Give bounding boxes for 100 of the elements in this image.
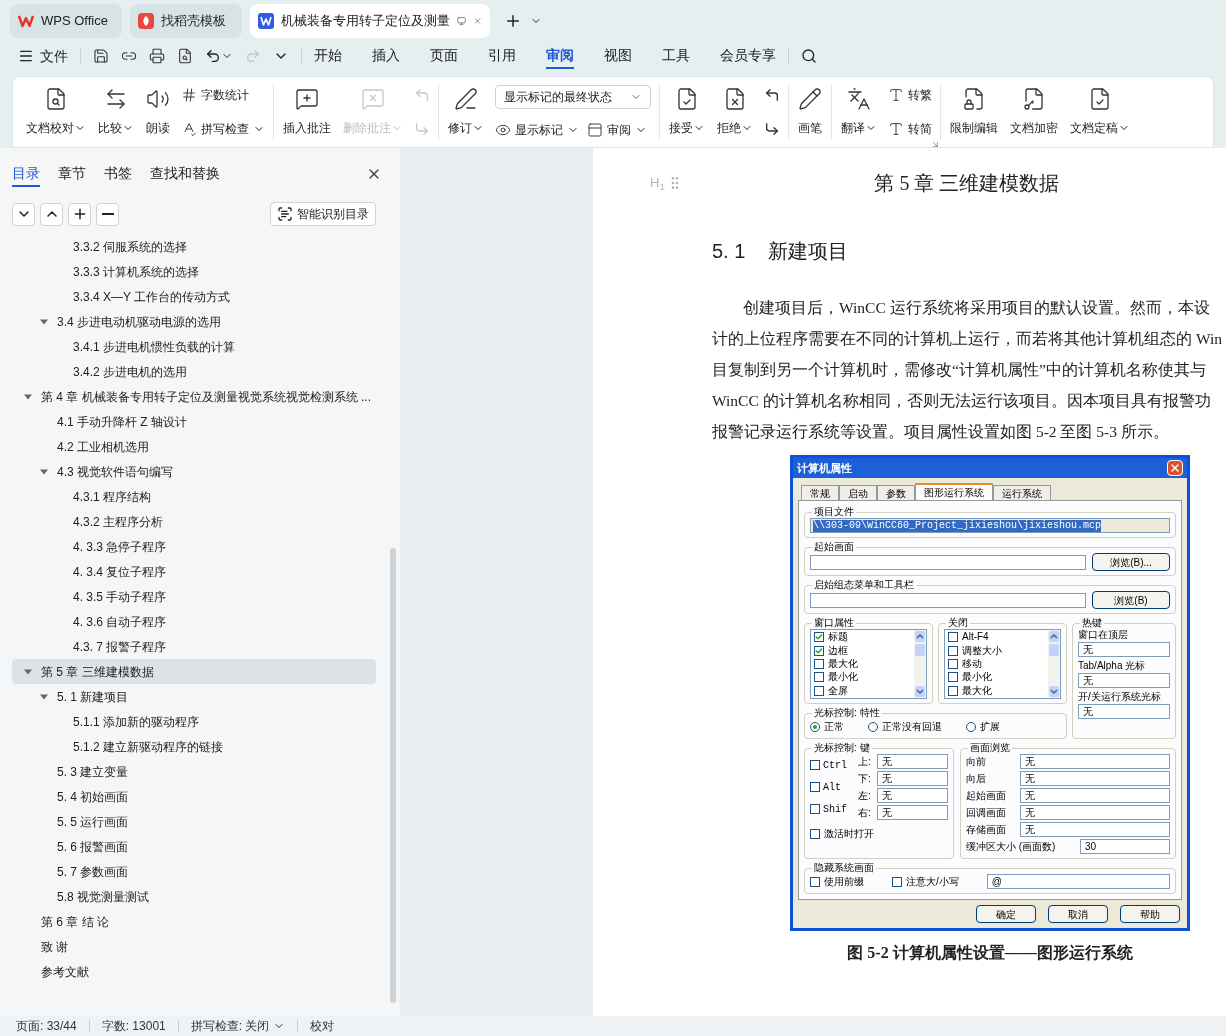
toc-item[interactable]: 4. 3.5 手动子程序: [12, 584, 376, 609]
toc-item[interactable]: 4.3 视觉软件语句编写: [12, 459, 376, 484]
dialog-button[interactable]: 取消: [1048, 905, 1108, 923]
dialog-tab[interactable]: 启动: [839, 485, 877, 500]
outline-button[interactable]: [68, 202, 91, 226]
checkbox[interactable]: [810, 804, 820, 814]
toc-item[interactable]: 致 谢: [12, 934, 376, 959]
search-icon[interactable]: [801, 48, 817, 64]
file-menu-button[interactable]: 文件: [18, 45, 68, 67]
toc-item[interactable]: 3.3.4 X—Y 工作台的传动方式: [12, 284, 376, 309]
input-field[interactable]: 无: [877, 754, 948, 769]
toc-item[interactable]: 第 4 章 机械装备专用转子定位及测量视觉系统视觉检测系统 ...: [12, 384, 376, 409]
radio-button[interactable]: [810, 721, 820, 732]
dialog-tab[interactable]: 参数: [877, 485, 915, 500]
input-field[interactable]: \\303-09\WinCC60_Project_jixieshou\jixieshou.mcp: [810, 518, 1170, 533]
toc-item[interactable]: 4.3. 7 报警子程序: [12, 634, 376, 659]
launcher-icon[interactable]: [931, 140, 940, 149]
checkbox[interactable]: [948, 645, 958, 656]
checkbox[interactable]: [810, 760, 820, 770]
input-field[interactable]: 无: [1020, 754, 1170, 769]
input-field[interactable]: 无: [1020, 771, 1170, 786]
checkbox[interactable]: [814, 659, 824, 669]
input-field[interactable]: [810, 592, 1086, 608]
dialog-tab[interactable]: 常规: [801, 485, 839, 500]
toc-item[interactable]: 3.4.2 步进电机的选用: [12, 359, 376, 384]
document-tab[interactable]: 机械装备专用转子定位及测量: [250, 4, 490, 38]
dialog-button[interactable]: 确定: [976, 905, 1036, 923]
ribbon-button[interactable]: 文档校对: [21, 83, 91, 141]
toc-item[interactable]: 5.8 视觉测量测试: [12, 884, 376, 909]
input-field[interactable]: 无: [877, 788, 948, 803]
toc-item[interactable]: 5. 7 参数画面: [12, 859, 376, 884]
radio-button[interactable]: [966, 721, 976, 732]
toc-item[interactable]: 4. 3.6 自动子程序: [12, 609, 376, 634]
ribbon-button[interactable]: 文档定稿: [1065, 83, 1135, 141]
toc-item[interactable]: 第 6 章 结 论: [12, 909, 376, 934]
checkbox[interactable]: [814, 645, 824, 656]
toc-item[interactable]: 3.4.1 步进电机惯性负载的计算: [12, 334, 376, 359]
input-field[interactable]: 无: [1078, 673, 1170, 688]
checkbox[interactable]: [814, 672, 824, 683]
toc-item[interactable]: 4.1 手动升降杆 Z 轴设计: [12, 409, 376, 434]
toc-item[interactable]: 5. 4 初始画面: [12, 784, 376, 809]
toc-item[interactable]: 3.3.2 伺服系统的选择: [12, 234, 376, 259]
input-field[interactable]: @: [986, 874, 1170, 889]
status-item[interactable]: 校对: [310, 1017, 335, 1035]
toc-item[interactable]: 4.2 工业相机选用: [12, 434, 376, 459]
ribbon-button[interactable]: 文档加密: [1005, 83, 1063, 141]
status-item[interactable]: 拼写检查: 关闭: [190, 1017, 286, 1035]
toc-item[interactable]: 4. 3.4 复位子程序: [12, 559, 376, 584]
ribbon-tab[interactable]: 开始: [314, 43, 342, 69]
radio-button[interactable]: [868, 721, 878, 732]
status-item[interactable]: 页面: 33/44: [16, 1017, 77, 1035]
toc-item[interactable]: 3.4 步进电动机驱动电源的选用: [12, 309, 376, 334]
checkbox[interactable]: [810, 876, 820, 887]
ribbon-button[interactable]: 插入批注: [278, 83, 336, 141]
ribbon-button[interactable]: 限制编辑: [945, 83, 1003, 141]
ribbon-tab[interactable]: 插入: [372, 43, 400, 69]
ribbon-tab[interactable]: 引用: [488, 43, 516, 69]
checkbox[interactable]: [810, 782, 820, 792]
checkbox-list[interactable]: 标题 边框 最大化 最小化 全屏: [810, 629, 927, 699]
toc-item[interactable]: 3.3.3 计算机系统的选择: [12, 259, 376, 284]
ribbon-small-button[interactable]: 审阅: [587, 121, 647, 139]
print-preview-icon[interactable]: [177, 48, 193, 64]
input-field[interactable]: 30: [1080, 839, 1170, 854]
ribbon-tab[interactable]: 视图: [604, 43, 632, 69]
dialog-tab[interactable]: 图形运行系统: [915, 483, 993, 500]
markup-dropdown[interactable]: 显示标记的最终状态: [495, 85, 651, 109]
previous-button[interactable]: [764, 87, 780, 103]
checkbox[interactable]: [814, 632, 824, 643]
dialog-tab[interactable]: 运行系统: [993, 485, 1051, 500]
input-field[interactable]: 无: [1078, 642, 1170, 657]
toc-item[interactable]: 5. 5 运行画面: [12, 809, 376, 834]
checkbox[interactable]: [814, 685, 824, 696]
toc-item[interactable]: 5. 6 报警画面: [12, 834, 376, 859]
ribbon-tab[interactable]: 会员专享: [720, 43, 776, 69]
panel-tab[interactable]: 查找和替换: [150, 161, 220, 187]
input-field[interactable]: 无: [1020, 822, 1170, 837]
close-button[interactable]: [1167, 460, 1183, 476]
ribbon-small-button[interactable]: 转简: [888, 120, 932, 138]
ribbon-small-button[interactable]: 字数统计: [181, 86, 265, 104]
toc-item[interactable]: 4.3.1 程序结构: [12, 484, 376, 509]
panel-tab[interactable]: 目录: [12, 161, 40, 187]
toc-item[interactable]: 4. 3.3 急停子程序: [12, 534, 376, 559]
panel-tab[interactable]: 书签: [104, 161, 132, 187]
smart-toc-button[interactable]: 智能识别目录: [270, 202, 376, 226]
ribbon-button[interactable]: 翻译: [836, 83, 882, 141]
toc-item[interactable]: 5. 1 新建项目: [12, 684, 376, 709]
ribbon-button[interactable]: 修订: [443, 83, 489, 141]
checkbox[interactable]: [948, 685, 958, 696]
toc-item[interactable]: 参考文献: [12, 959, 376, 984]
input-field[interactable]: 无: [877, 805, 948, 820]
ribbon-small-button[interactable]: 拼写检查: [181, 120, 265, 138]
dialog-button[interactable]: 帮助: [1120, 905, 1180, 923]
toc-item[interactable]: 5. 3 建立变量: [12, 759, 376, 784]
next-button[interactable]: [764, 121, 780, 137]
ribbon-small-button[interactable]: 显示标记: [495, 121, 579, 139]
ribbon-button[interactable]: 接受: [664, 83, 710, 141]
ribbon-button[interactable]: 画笔: [793, 83, 827, 141]
dialog-button[interactable]: 浏览(B): [1092, 591, 1170, 609]
ribbon-button[interactable]: 比较: [93, 83, 139, 141]
new-tab-icon[interactable]: [504, 12, 522, 30]
